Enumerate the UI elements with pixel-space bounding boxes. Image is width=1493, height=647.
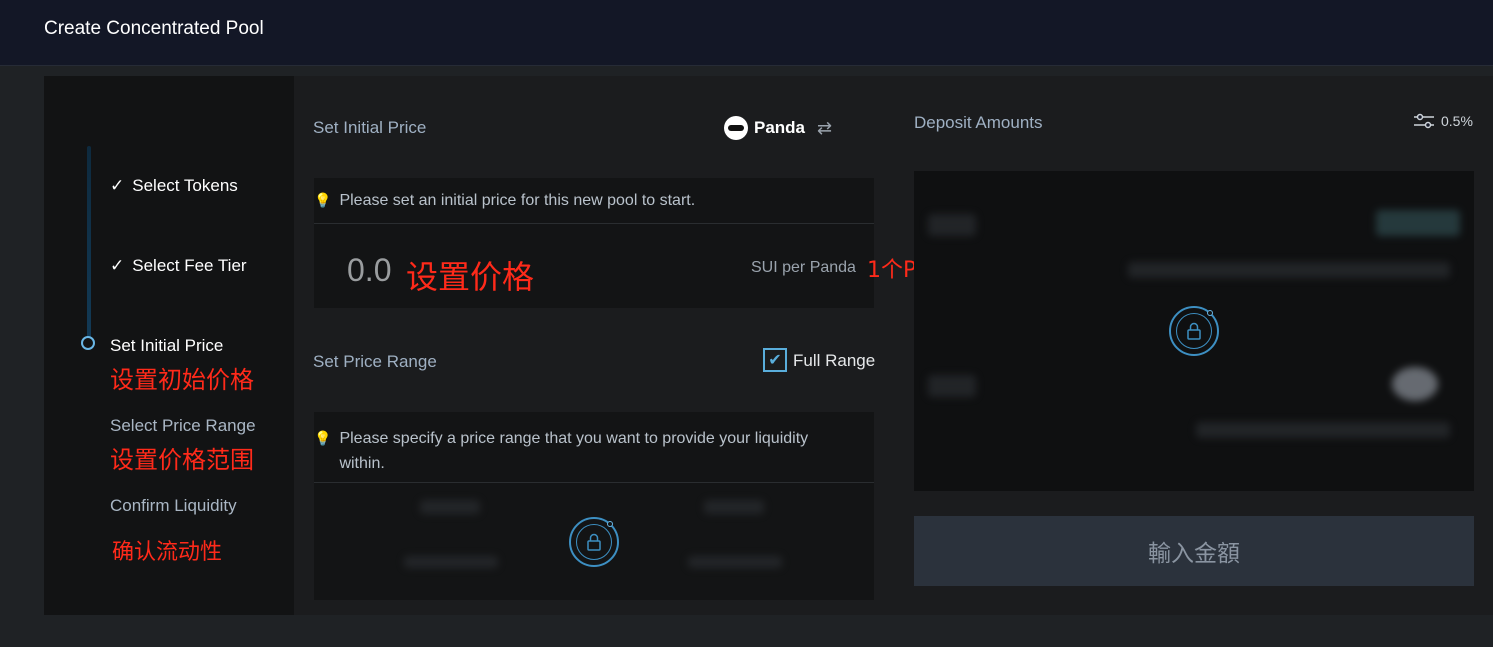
slippage-value: 0.5% — [1441, 113, 1473, 129]
annotation-select-price-range: 设置价格范围 — [110, 446, 254, 474]
page-title: Create Concentrated Pool — [44, 18, 264, 39]
price-range-hint: 💡 Please specify a price range that you … — [314, 426, 854, 476]
initial-price-hint: 💡 Please set an initial price for this n… — [314, 192, 695, 210]
active-step-dot — [81, 336, 95, 350]
deposit-title: Deposit Amounts — [914, 113, 1043, 132]
bulb-icon: 💡 — [314, 192, 332, 208]
token-name: Panda — [754, 118, 806, 137]
full-range-label[interactable]: Full Range — [793, 351, 875, 371]
step-label: Select Tokens — [132, 176, 238, 195]
settings-sliders-icon — [1414, 113, 1434, 129]
bulb-icon: 💡 — [314, 430, 332, 446]
check-icon: ✓ — [110, 176, 125, 195]
blurred-content — [704, 500, 764, 514]
divider — [314, 223, 874, 224]
blurred-content — [404, 556, 498, 568]
blurred-content — [1392, 367, 1438, 401]
blurred-content — [1376, 210, 1460, 236]
step-select-price-range[interactable]: Select Price Range — [110, 416, 256, 436]
annotation-price: 设置价格 — [406, 258, 535, 296]
enter-amount-button[interactable]: 輸入金額 — [914, 516, 1474, 586]
panda-token-icon — [724, 116, 748, 140]
check-icon: ✓ — [110, 256, 125, 275]
token-switch[interactable]: Panda ⇄ — [724, 116, 832, 140]
step-confirm-liquidity[interactable]: Confirm Liquidity — [110, 496, 237, 516]
blurred-content — [928, 375, 976, 397]
lock-icon — [569, 517, 619, 567]
step-select-tokens[interactable]: ✓ Select Tokens — [110, 176, 238, 196]
blurred-content — [1128, 262, 1450, 278]
price-unit: SUI per Panda — [751, 259, 856, 276]
swap-icon[interactable]: ⇄ — [817, 118, 832, 139]
blurred-content — [928, 214, 976, 236]
step-label: Confirm Liquidity — [110, 496, 237, 515]
slippage-settings[interactable]: 0.5% — [1413, 113, 1473, 129]
hint-text: Please set an initial price for this new… — [339, 192, 696, 209]
step-progress-rail — [87, 146, 91, 342]
blurred-content — [688, 556, 782, 568]
step-set-initial-price[interactable]: Set Initial Price — [110, 336, 223, 356]
lock-icon — [1169, 306, 1219, 356]
step-label: Select Fee Tier — [132, 256, 247, 275]
hint-text: Please specify a price range that you wa… — [339, 430, 809, 472]
steps-panel: ✓ Select Tokens ✓ Select Fee Tier Set Init… — [44, 76, 294, 615]
checkbox-checked-icon[interactable]: ✔ — [763, 348, 787, 372]
step-select-fee-tier[interactable]: ✓ Select Fee Tier — [110, 256, 247, 276]
initial-price-title: Set Initial Price — [313, 118, 427, 137]
initial-price-input[interactable]: 0.0 — [347, 252, 391, 289]
blurred-content — [1196, 422, 1450, 438]
price-range-title: Set Price Range — [313, 352, 437, 371]
annotation-set-initial-price: 设置初始价格 — [110, 366, 254, 394]
step-label: Set Initial Price — [110, 336, 224, 355]
header-bar: Create Concentrated Pool — [0, 0, 1493, 66]
divider — [314, 482, 874, 483]
blurred-content — [420, 500, 480, 514]
step-label: Select Price Range — [110, 416, 256, 435]
annotation-confirm-liquidity: 确认流动性 — [112, 540, 223, 565]
